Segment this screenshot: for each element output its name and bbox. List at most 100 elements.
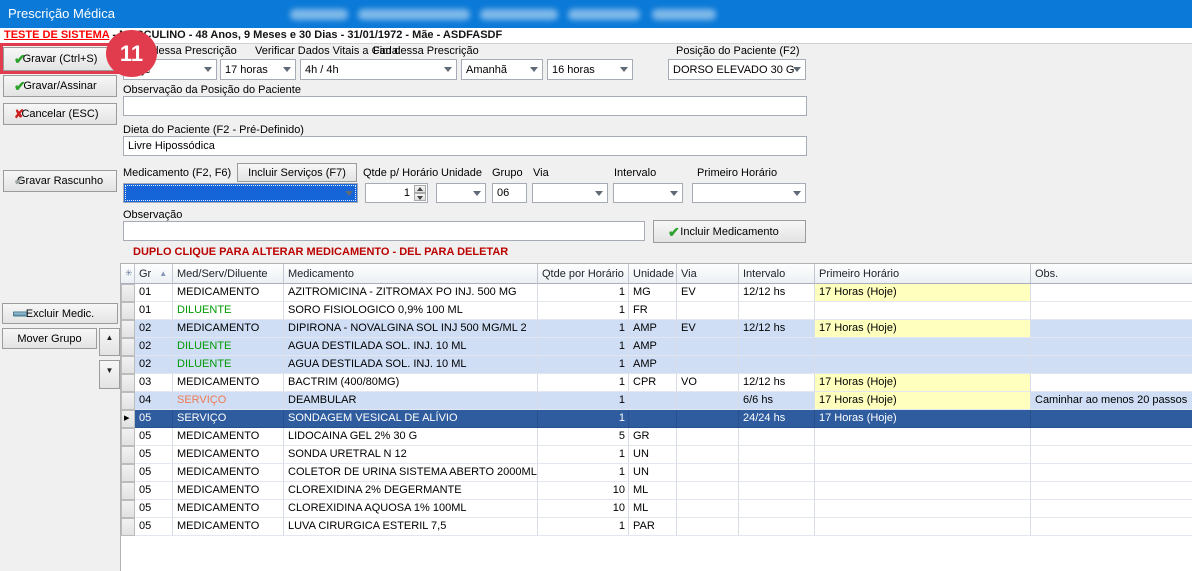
end-day-select[interactable]: Amanhã	[461, 59, 543, 80]
chevron-down-icon[interactable]	[341, 185, 356, 201]
grid-cell-tipo[interactable]: MEDICAMENTO	[173, 464, 284, 482]
row-header[interactable]	[121, 500, 135, 518]
grid-cell-gr[interactable]: 05	[135, 482, 173, 500]
grid-cell-med[interactable]: BACTRIM (400/80MG)	[284, 374, 538, 392]
chevron-down-icon[interactable]	[200, 61, 215, 78]
grid-cell-qtde[interactable]: 1	[538, 464, 629, 482]
grid-cell-tipo[interactable]: DILUENTE	[173, 338, 284, 356]
grid-cell-gr[interactable]: 02	[135, 338, 173, 356]
grid-cell-via[interactable]	[677, 410, 739, 428]
grid-cell-intervalo[interactable]: 6/6 hs	[739, 392, 815, 410]
grid-cell-intervalo[interactable]	[739, 428, 815, 446]
chevron-down-icon[interactable]	[666, 185, 681, 201]
grid-cell-intervalo[interactable]: 24/24 hs	[739, 410, 815, 428]
grid-cell-obs[interactable]	[1031, 302, 1192, 320]
grid-cell-med[interactable]: SONDAGEM VESICAL DE ALÍVIO	[284, 410, 538, 428]
grid-cell-intervalo[interactable]	[739, 302, 815, 320]
grid-cell-unidade[interactable]	[629, 410, 677, 428]
grid-cell-gr[interactable]: 03	[135, 374, 173, 392]
grid-cell-via[interactable]	[677, 518, 739, 536]
grid-cell-qtde[interactable]: 1	[538, 392, 629, 410]
grid-cell-gr[interactable]: 02	[135, 320, 173, 338]
grid-header-tipo[interactable]: Med/Serv/Diluente	[173, 264, 284, 284]
grid-cell-unidade[interactable]: GR	[629, 428, 677, 446]
chevron-down-icon[interactable]	[469, 185, 484, 201]
grid-cell-primeiro[interactable]	[815, 338, 1031, 356]
chevron-down-icon[interactable]	[279, 61, 294, 78]
row-header[interactable]	[121, 518, 135, 536]
move-group-down-button[interactable]: ▼	[99, 360, 120, 389]
grid-cell-med[interactable]: AGUA DESTILADA SOL. INJ. 10 ML	[284, 356, 538, 374]
grid-cell-primeiro[interactable]: 17 Horas (Hoje)	[815, 392, 1031, 410]
grid-cell-tipo[interactable]: MEDICAMENTO	[173, 428, 284, 446]
row-header[interactable]	[121, 482, 135, 500]
save-draft-button[interactable]: ✔ Gravar Rascunho	[3, 170, 117, 192]
save-button[interactable]: ✔ Gravar (Ctrl+S)	[3, 47, 117, 71]
grid-cell-primeiro[interactable]: 17 Horas (Hoje)	[815, 284, 1031, 302]
grid-cell-intervalo[interactable]	[739, 464, 815, 482]
grid-header-gr[interactable]: Gr▲	[135, 264, 173, 284]
grid-cell-via[interactable]	[677, 464, 739, 482]
grid-cell-via[interactable]	[677, 356, 739, 374]
grid-cell-tipo[interactable]: MEDICAMENTO	[173, 500, 284, 518]
grid-cell-med[interactable]: AGUA DESTILADA SOL. INJ. 10 ML	[284, 338, 538, 356]
grid-header-unidade[interactable]: Unidade	[629, 264, 677, 284]
grid-cell-primeiro[interactable]: 17 Horas (Hoje)	[815, 410, 1031, 428]
grid-cell-qtde[interactable]: 1	[538, 356, 629, 374]
grid-cell-primeiro[interactable]	[815, 482, 1031, 500]
medications-grid[interactable]: ✳Gr▲Med/Serv/DiluenteMedicamentoQtde por…	[120, 263, 1192, 571]
grid-cell-qtde[interactable]: 1	[538, 446, 629, 464]
vitals-interval-select[interactable]: 4h / 4h	[300, 59, 457, 80]
grid-cell-via[interactable]	[677, 482, 739, 500]
grid-cell-med[interactable]: COLETOR DE URINA SISTEMA ABERTO 2000ML	[284, 464, 538, 482]
grid-cell-med[interactable]: LIDOCAINA GEL 2% 30 G	[284, 428, 538, 446]
grid-header-qtde[interactable]: Qtde por Horário	[538, 264, 629, 284]
grid-cell-gr[interactable]: 05	[135, 518, 173, 536]
row-header[interactable]	[121, 392, 135, 410]
grid-cell-qtde[interactable]: 1	[538, 338, 629, 356]
position-observation-input[interactable]	[123, 96, 807, 116]
grid-cell-unidade[interactable]: AMP	[629, 320, 677, 338]
patient-position-select[interactable]: DORSO ELEVADO 30 G	[668, 59, 806, 80]
end-hour-select[interactable]: 16 horas	[547, 59, 633, 80]
interval-select[interactable]	[613, 183, 683, 203]
grid-cell-obs[interactable]	[1031, 338, 1192, 356]
grid-cell-unidade[interactable]: ML	[629, 482, 677, 500]
grid-cell-tipo[interactable]: DILUENTE	[173, 356, 284, 374]
grid-cell-tipo[interactable]: SERVIÇO	[173, 392, 284, 410]
observation-input[interactable]	[123, 221, 645, 241]
row-header[interactable]	[121, 464, 135, 482]
grid-cell-med[interactable]: CLOREXIDINA 2% DEGERMANTE	[284, 482, 538, 500]
grid-cell-unidade[interactable]: FR	[629, 302, 677, 320]
row-header[interactable]	[121, 374, 135, 392]
grid-cell-gr[interactable]: 05	[135, 428, 173, 446]
chevron-down-icon[interactable]	[440, 61, 455, 78]
grid-cell-via[interactable]	[677, 302, 739, 320]
medication-select[interactable]	[123, 183, 358, 203]
row-header[interactable]	[121, 302, 135, 320]
grid-cell-tipo[interactable]: DILUENTE	[173, 302, 284, 320]
move-group-up-button[interactable]: ▲	[99, 328, 120, 356]
grid-cell-med[interactable]: DEAMBULAR	[284, 392, 538, 410]
grid-cell-obs[interactable]	[1031, 482, 1192, 500]
group-input[interactable]	[492, 183, 527, 203]
grid-cell-via[interactable]: VO	[677, 374, 739, 392]
grid-cell-qtde[interactable]: 1	[538, 302, 629, 320]
grid-cell-qtde[interactable]: 1	[538, 284, 629, 302]
chevron-down-icon[interactable]	[789, 61, 804, 78]
grid-cell-intervalo[interactable]: 12/12 hs	[739, 320, 815, 338]
grid-cell-obs[interactable]	[1031, 500, 1192, 518]
grid-cell-primeiro[interactable]	[815, 500, 1031, 518]
grid-cell-unidade[interactable]: UN	[629, 464, 677, 482]
grid-cell-obs[interactable]	[1031, 320, 1192, 338]
grid-cell-intervalo[interactable]	[739, 518, 815, 536]
move-group-button[interactable]: Mover Grupo	[2, 328, 97, 349]
grid-cell-gr[interactable]: 05	[135, 464, 173, 482]
grid-header-primeiro[interactable]: Primeiro Horário	[815, 264, 1031, 284]
grid-cell-primeiro[interactable]	[815, 464, 1031, 482]
row-header[interactable]	[121, 356, 135, 374]
grid-cell-obs[interactable]	[1031, 464, 1192, 482]
grid-cell-primeiro[interactable]	[815, 302, 1031, 320]
grid-cell-qtde[interactable]: 5	[538, 428, 629, 446]
row-header[interactable]	[121, 284, 135, 302]
